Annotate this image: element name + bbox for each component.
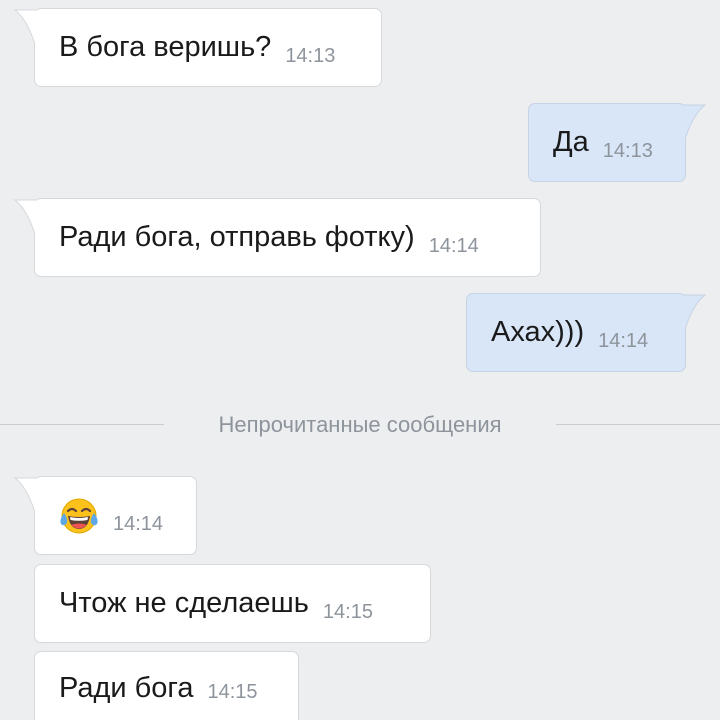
bubble-tail xyxy=(682,294,707,334)
message-time: 14:13 xyxy=(285,45,336,67)
bubble-tail xyxy=(13,477,38,517)
bubble-tail xyxy=(13,9,38,49)
divider-label: Непрочитанные сообщения xyxy=(218,412,502,437)
message-text: Ахах))) xyxy=(491,316,585,348)
message-bubble-outgoing[interactable]: Да 14:13 xyxy=(528,103,707,182)
message-text: Ради бога, отправь фотку) xyxy=(59,221,415,253)
message-time: 14:15 xyxy=(322,601,373,623)
message-text: Ради бога xyxy=(59,672,194,704)
message-text: Чтож не сделаешь xyxy=(59,587,309,619)
message-bubble-incoming[interactable]: Ради бога, отправь фотку) 14:14 xyxy=(13,198,541,277)
message-time: 14:14 xyxy=(113,513,164,535)
message-bubble-incoming[interactable]: Ради бога 14:15 xyxy=(34,651,299,720)
unread-messages-divider: Непрочитанные сообщения xyxy=(0,405,720,443)
message-bubble-incoming[interactable]: 14:14 xyxy=(13,476,197,555)
face-with-tears-of-joy-emoji xyxy=(59,496,99,536)
message-bubble-incoming[interactable]: Чтож не сделаешь 14:15 xyxy=(34,564,431,643)
message-time: 14:14 xyxy=(428,235,479,257)
message-time: 14:14 xyxy=(598,330,649,352)
message-text: В бога веришь? xyxy=(59,31,272,63)
message-time: 14:15 xyxy=(207,681,258,703)
message-text: Да xyxy=(553,126,589,158)
bubble-tail xyxy=(682,104,707,144)
message-time: 14:13 xyxy=(602,140,653,162)
bubble-tail xyxy=(13,199,38,239)
message-bubble-incoming[interactable]: В бога веришь? 14:13 xyxy=(13,8,382,87)
message-bubble-outgoing[interactable]: Ахах))) 14:14 xyxy=(466,293,707,372)
divider-line-right xyxy=(556,424,720,425)
